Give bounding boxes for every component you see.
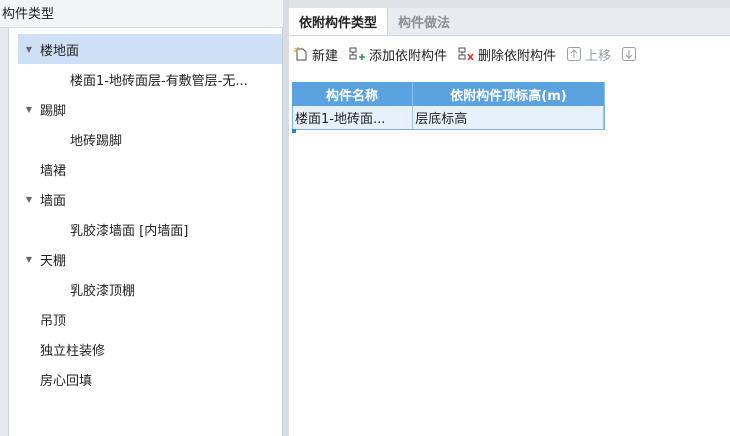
new-file-icon <box>294 47 307 61</box>
tree-item-tile-skirting[interactable]: 地砖踢脚 <box>18 124 282 154</box>
expand-arrow-icon[interactable]: ▼ <box>18 94 40 124</box>
move-up-label: 上移 <box>585 48 612 64</box>
tree-item-label: 房心回填 <box>40 373 93 389</box>
tree-item-latex-wall[interactable]: 乳胶漆墙面 [内墙面] <box>18 214 282 244</box>
tab-component-method[interactable]: 构件做法 <box>388 8 460 35</box>
tree-item-column-finish[interactable]: 独立柱装修 <box>18 334 282 364</box>
delete-attached-button[interactable]: 删除依附构件 <box>457 42 556 66</box>
grid-header: 构件名称 依附构件顶标高(m) <box>292 82 605 106</box>
arrow-down-icon <box>622 47 637 61</box>
add-component-icon <box>349 47 366 60</box>
table-row[interactable]: 楼面1-地砖面... 层底标高 <box>292 106 605 130</box>
tree-item-label: 楼地面 <box>40 43 80 59</box>
panel-title: 构件类型 <box>0 0 283 28</box>
tree-item-label: 乳胶漆墙面 [内墙面] <box>70 223 189 239</box>
column-header-name[interactable]: 构件名称 <box>292 82 413 106</box>
tree-item-suspended-ceiling[interactable]: 吊顶 <box>18 304 282 334</box>
tree-item-label: 地砖踢脚 <box>70 133 123 149</box>
arrow-up-icon <box>567 47 582 61</box>
tree-item-label: 吊顶 <box>40 313 67 329</box>
panel-top-strip <box>289 0 730 8</box>
component-tree: ▼ 楼地面 楼面1-地砖面层-有敷管层-无... ▼ 踢脚 地砖踢脚 墙裙 ▼ … <box>18 34 282 394</box>
tree-item-label: 踢脚 <box>40 103 67 119</box>
tree-item-label: 墙面 <box>40 193 67 209</box>
cell-top-elevation[interactable]: 层底标高 <box>413 106 604 129</box>
tree-item-label: 独立柱装修 <box>40 343 106 359</box>
row-marker <box>292 129 296 133</box>
tree-item-floor-tile[interactable]: 楼面1-地砖面层-有敷管层-无... <box>18 64 282 94</box>
tree-item-ceiling[interactable]: ▼ 天棚 <box>18 244 282 274</box>
attached-component-panel: 依附构件类型 构件做法 新建 添加依附构件 删除依附构件 上移 构件名称 依附构… <box>289 0 730 436</box>
tree-item-wall[interactable]: ▼ 墙面 <box>18 184 282 214</box>
component-type-panel: 构件类型 ▼ 楼地面 楼面1-地砖面层-有敷管层-无... ▼ 踢脚 地砖踢脚 … <box>0 0 283 436</box>
tree-item-floor[interactable]: ▼ 楼地面 <box>18 34 282 64</box>
tree-item-dado[interactable]: 墙裙 <box>18 154 282 184</box>
column-header-top-elevation[interactable]: 依附构件顶标高(m) <box>413 82 605 106</box>
add-attached-label: 添加依附构件 <box>369 48 448 64</box>
panel-edge <box>0 28 9 436</box>
tree-item-label: 楼面1-地砖面层-有敷管层-无... <box>70 73 248 89</box>
expand-arrow-icon[interactable]: ▼ <box>18 34 40 64</box>
add-attached-button[interactable]: 添加依附构件 <box>348 42 447 66</box>
tree-item-latex-ceiling[interactable]: 乳胶漆顶棚 <box>18 274 282 304</box>
move-up-button[interactable]: 上移 <box>566 42 611 66</box>
tree-item-skirting[interactable]: ▼ 踢脚 <box>18 94 282 124</box>
expand-arrow-icon[interactable]: ▼ <box>18 184 40 214</box>
new-button-label: 新建 <box>312 48 339 64</box>
tree-item-label: 天棚 <box>40 253 67 269</box>
tree-item-label: 墙裙 <box>40 163 67 179</box>
move-down-button[interactable] <box>621 42 640 66</box>
delete-component-icon <box>458 47 474 61</box>
tree-item-label: 乳胶漆顶棚 <box>70 283 136 299</box>
tab-attached-type[interactable]: 依附构件类型 <box>289 8 389 35</box>
expand-arrow-icon[interactable]: ▼ <box>18 244 40 274</box>
tree-item-backfill[interactable]: 房心回填 <box>18 364 282 394</box>
new-button[interactable]: 新建 <box>293 42 338 66</box>
cell-component-name[interactable]: 楼面1-地砖面... <box>293 106 414 129</box>
attached-component-grid: 构件名称 依附构件顶标高(m) 楼面1-地砖面... 层底标高 <box>292 82 605 130</box>
delete-attached-label: 删除依附构件 <box>478 48 557 64</box>
toolbar: 新建 添加依附构件 删除依附构件 上移 <box>289 37 730 71</box>
tab-bar: 依附构件类型 构件做法 <box>289 8 730 36</box>
